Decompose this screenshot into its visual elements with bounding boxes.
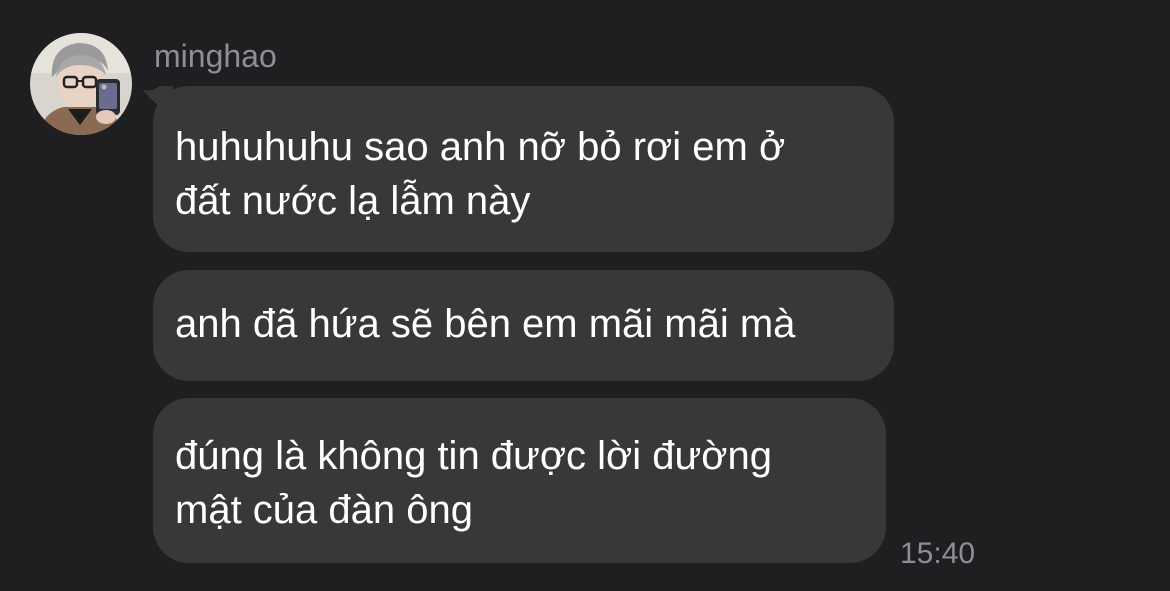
sender-name: minghao: [154, 38, 277, 74]
message-text: đúng là không tin được lời đường mật của…: [175, 434, 773, 532]
message-bubble[interactable]: đúng là không tin được lời đường mật của…: [153, 398, 886, 563]
message-timestamp: 15:40: [900, 537, 976, 570]
message-text: huhuhuhu sao anh nỡ bỏ rơi em ở đất nước…: [175, 125, 786, 223]
avatar-photo: [30, 33, 132, 135]
avatar[interactable]: [30, 33, 132, 135]
message-bubble[interactable]: anh đã hứa sẽ bên em mãi mãi mà: [153, 270, 894, 381]
message-text: anh đã hứa sẽ bên em mãi mãi mà: [175, 302, 796, 346]
message-bubble[interactable]: huhuhuhu sao anh nỡ bỏ rơi em ở đất nước…: [153, 86, 894, 252]
